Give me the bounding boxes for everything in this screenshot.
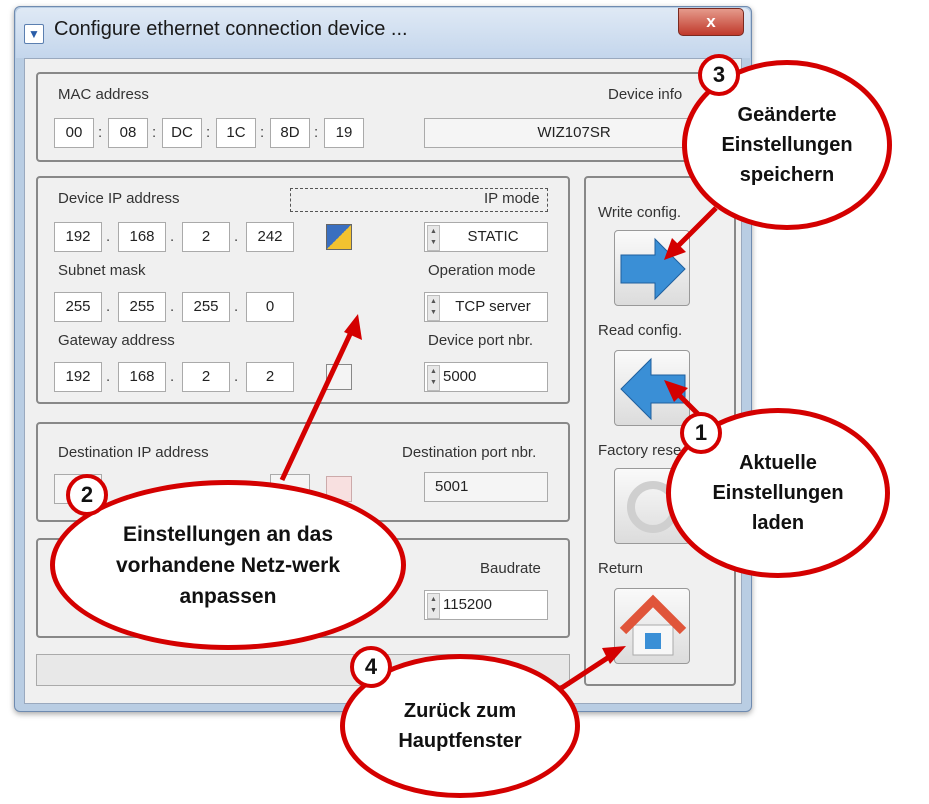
gateway-octet-3[interactable]: 2 bbox=[182, 362, 230, 392]
subnet-octet-4[interactable]: 0 bbox=[246, 292, 294, 322]
mac-separator: : bbox=[314, 124, 319, 141]
device-port-spinner[interactable]: ▲ ▼ 5000 bbox=[424, 362, 548, 392]
destination-ip-label: Destination IP address bbox=[58, 444, 209, 461]
callout-2-text: Einstellungen an das vorhandene Netz-wer… bbox=[115, 522, 341, 608]
wand-icon[interactable] bbox=[326, 224, 352, 250]
device-info-label: Device info bbox=[608, 86, 683, 103]
mac-octet-2[interactable]: 08 bbox=[108, 118, 148, 148]
callout-3-text: Geänderte Einstellungen speichern bbox=[721, 104, 853, 186]
return-button[interactable] bbox=[614, 588, 690, 664]
ip-separator: . bbox=[234, 368, 239, 385]
spinner-arrows-icon[interactable]: ▲ ▼ bbox=[427, 593, 440, 619]
ip-mode-label: IP mode bbox=[484, 190, 540, 207]
gateway-octet-4[interactable]: 2 bbox=[246, 362, 294, 392]
mac-separator: : bbox=[98, 124, 103, 141]
mac-separator: : bbox=[206, 124, 211, 141]
write-config-button[interactable] bbox=[614, 230, 690, 306]
ip-mode-value: STATIC bbox=[467, 228, 519, 245]
ip-separator: . bbox=[106, 298, 111, 315]
callout-1-text: Aktuelle Einstellungen laden bbox=[712, 452, 844, 534]
device-info-field: WIZ107SR bbox=[424, 118, 724, 148]
ip-separator: . bbox=[234, 228, 239, 245]
ip-separator: . bbox=[170, 228, 175, 245]
spinner-arrows-icon[interactable]: ▲ ▼ bbox=[427, 225, 440, 251]
gateway-octet-1[interactable]: 192 bbox=[54, 362, 102, 392]
device-ip-octet-2[interactable]: 168 bbox=[118, 222, 166, 252]
home-icon bbox=[619, 594, 687, 656]
baudrate-label: Baudrate bbox=[480, 560, 541, 577]
read-config-button[interactable] bbox=[614, 350, 690, 426]
subnet-octet-3[interactable]: 255 bbox=[182, 292, 230, 322]
ip-mode-spinner[interactable]: ▲ ▼ STATIC bbox=[424, 222, 548, 252]
gateway-label: Gateway address bbox=[58, 332, 175, 349]
device-port-label: Device port nbr. bbox=[428, 332, 534, 349]
destination-port-label: Destination port nbr. bbox=[402, 444, 537, 461]
device-ip-octet-1[interactable]: 192 bbox=[54, 222, 102, 252]
mac-octet-4[interactable]: 1C bbox=[216, 118, 256, 148]
spinner-arrows-icon[interactable]: ▲ ▼ bbox=[427, 295, 440, 321]
app-icon: ▼ bbox=[24, 24, 44, 44]
device-ip-label: Device IP address bbox=[58, 190, 180, 207]
mac-octet-3[interactable]: DC bbox=[162, 118, 202, 148]
mac-octet-1[interactable]: 00 bbox=[54, 118, 94, 148]
arrow-left-icon bbox=[620, 357, 686, 421]
callout-4-number: 4 bbox=[350, 646, 392, 688]
device-ip-octet-3[interactable]: 2 bbox=[182, 222, 230, 252]
mac-octet-5[interactable]: 8D bbox=[270, 118, 310, 148]
subnet-octet-1[interactable]: 255 bbox=[54, 292, 102, 322]
callout-2-number: 2 bbox=[66, 474, 108, 516]
ping-icon[interactable] bbox=[326, 364, 352, 390]
return-label: Return bbox=[598, 560, 644, 577]
ip-separator: . bbox=[106, 368, 111, 385]
subnet-mask-label: Subnet mask bbox=[58, 262, 146, 279]
destination-port-field[interactable]: 5001 bbox=[424, 472, 548, 502]
ip-separator: . bbox=[234, 298, 239, 315]
device-ip-octet-4[interactable]: 242 bbox=[246, 222, 294, 252]
window-title: Configure ethernet connection device ... bbox=[54, 18, 408, 40]
mac-octet-6[interactable]: 19 bbox=[324, 118, 364, 148]
mac-separator: : bbox=[152, 124, 157, 141]
read-config-label: Read config. bbox=[598, 322, 683, 339]
operation-mode-value: TCP server bbox=[455, 298, 531, 315]
mac-address-label: MAC address bbox=[58, 86, 149, 103]
spinner-arrows-icon[interactable]: ▲ ▼ bbox=[427, 365, 440, 391]
baudrate-spinner[interactable]: ▲ ▼ 115200 bbox=[424, 590, 548, 620]
callout-3-number: 3 bbox=[698, 54, 740, 96]
operation-mode-label: Operation mode bbox=[428, 262, 536, 279]
ip-separator: . bbox=[170, 298, 175, 315]
gateway-octet-2[interactable]: 168 bbox=[118, 362, 166, 392]
ip-separator: . bbox=[170, 368, 175, 385]
subnet-octet-2[interactable]: 255 bbox=[118, 292, 166, 322]
write-config-label: Write config. bbox=[598, 204, 682, 221]
close-button[interactable]: x bbox=[678, 8, 744, 36]
operation-mode-spinner[interactable]: ▲ ▼ TCP server bbox=[424, 292, 548, 322]
arrow-right-icon bbox=[620, 237, 686, 301]
callout-1-number: 1 bbox=[680, 412, 722, 454]
baudrate-value: 115200 bbox=[443, 596, 492, 613]
device-port-value: 5000 bbox=[443, 368, 477, 385]
ip-separator: . bbox=[106, 228, 111, 245]
factory-reset-label: Factory rese bbox=[598, 442, 682, 459]
callout-4-text: Zurück zum Hauptfenster bbox=[398, 700, 522, 752]
mac-separator: : bbox=[260, 124, 265, 141]
